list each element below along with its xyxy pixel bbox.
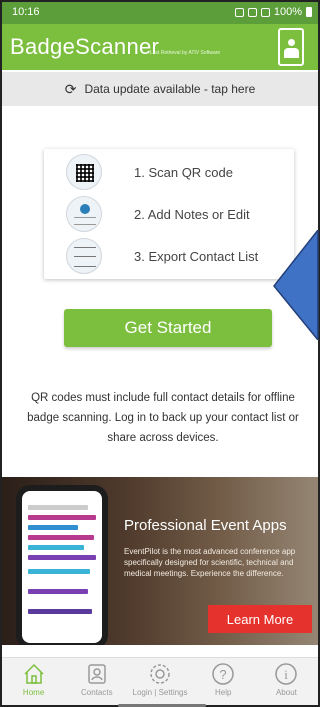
nav-item-home[interactable]: Home — [2, 658, 65, 705]
step-label: 3. Export Contact List — [134, 248, 259, 264]
refresh-icon: ⟳ — [64, 80, 77, 97]
info-icon: i — [274, 662, 298, 686]
battery-percent: 100% — [273, 6, 302, 18]
alarm-icon — [234, 7, 244, 17]
phone-screen — [22, 491, 102, 643]
help-icon: ? — [211, 662, 235, 686]
app-tagline: Last Retrieval by ATIV Software — [150, 50, 221, 56]
nav-item-about[interactable]: i About — [255, 658, 318, 705]
info-text: QR codes must include full contact detai… — [27, 392, 299, 444]
step-notes: 2. Add Notes or Edit — [44, 194, 294, 234]
update-banner-text: Data update available - tap here — [84, 82, 256, 96]
status-bar: 10:16 100% — [2, 2, 318, 24]
home-icon — [22, 662, 46, 686]
nav-item-settings[interactable]: Login | Settings — [128, 658, 191, 705]
nav-label: About — [275, 688, 297, 697]
learn-more-button[interactable]: Learn More — [208, 605, 312, 633]
status-icons: 100% — [234, 6, 312, 18]
promo-title: Professional Event Apps — [124, 517, 287, 534]
step-scan: 1. Scan QR code — [44, 152, 294, 192]
nav-item-help[interactable]: ? Help — [192, 658, 255, 705]
qr-code-icon — [66, 154, 102, 190]
nav-label: Login | Settings — [132, 688, 188, 697]
app-frame: 10:16 100% BadgeScanner Last Retrieval b… — [0, 0, 320, 707]
step-label: 1. Scan QR code — [134, 164, 233, 180]
steps-card: 1. Scan QR code 2. Add Notes or Edit 3. … — [44, 149, 294, 279]
promo-banner[interactable]: Professional Event Apps EventPilot is th… — [2, 477, 318, 645]
step-label: 2. Add Notes or Edit — [134, 206, 250, 222]
nav-label: Contacts — [81, 688, 113, 697]
battery-icon — [306, 7, 312, 17]
app-title: BadgeScanner — [10, 34, 160, 59]
gear-icon — [148, 662, 172, 686]
wifi-icon — [260, 7, 270, 17]
badge-head — [288, 39, 295, 46]
svg-text:i: i — [285, 667, 289, 682]
promo-description: EventPilot is the most advanced conferen… — [124, 547, 296, 578]
badge-body — [284, 48, 299, 58]
app-header: BadgeScanner Last Retrieval by ATIV Soft… — [2, 24, 318, 70]
nav-label: Help — [214, 688, 232, 697]
mute-icon — [247, 7, 257, 17]
nav-item-contacts[interactable]: Contacts — [65, 658, 128, 705]
phone-mockup-image — [16, 485, 108, 645]
update-banner[interactable]: ⟳ Data update available - tap here — [2, 72, 318, 106]
export-list-icon — [66, 238, 102, 274]
contacts-icon — [85, 662, 109, 686]
badge-icon[interactable] — [278, 28, 304, 66]
step-export: 3. Export Contact List — [44, 236, 294, 276]
status-time: 10:16 — [12, 6, 40, 18]
notes-icon — [66, 196, 102, 232]
get-started-button[interactable]: Get Started — [64, 309, 272, 347]
pointer-arrow-icon — [273, 230, 319, 340]
bottom-nav: Home Contacts Login | Settings ? Help i … — [2, 657, 318, 705]
svg-text:?: ? — [220, 667, 227, 682]
nav-label: Home — [22, 688, 45, 697]
